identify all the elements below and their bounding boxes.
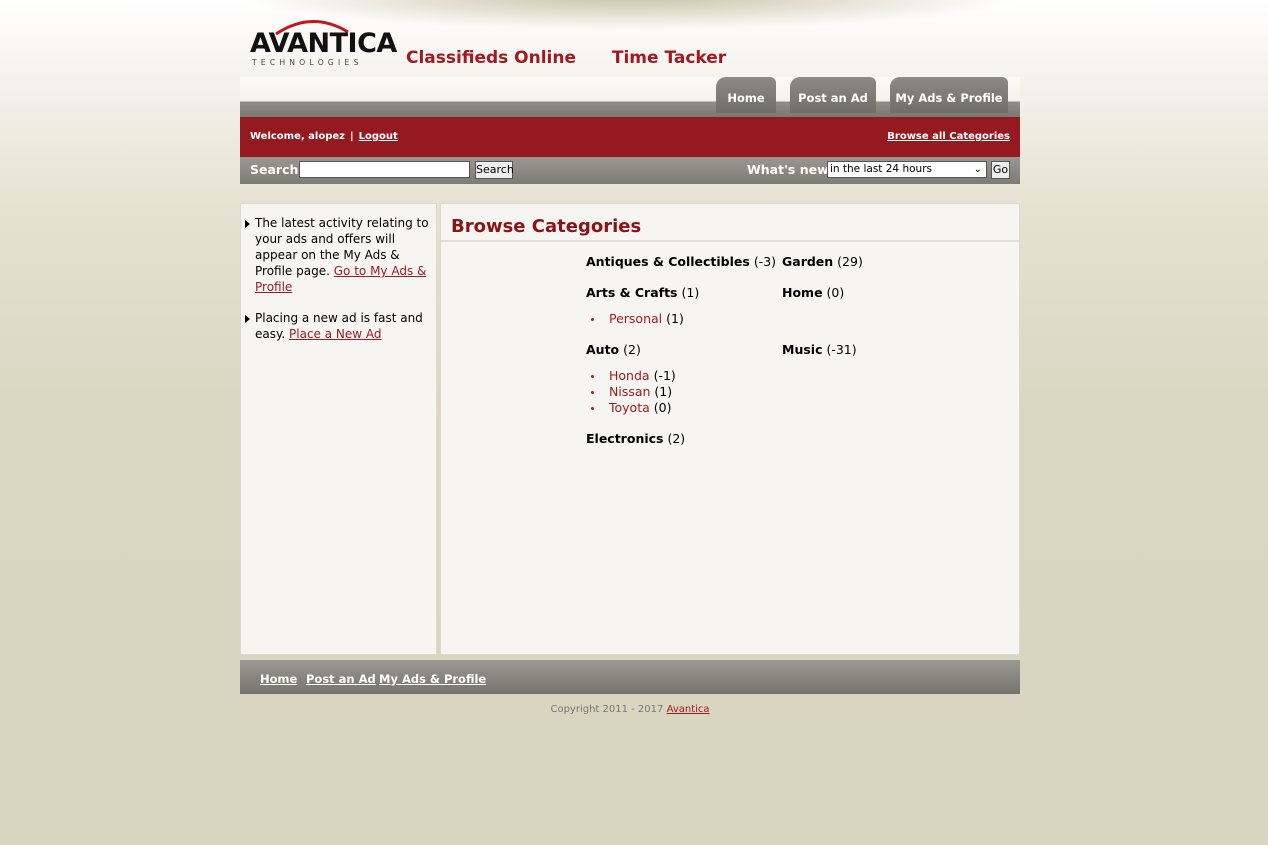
subcategory-count: (1) bbox=[666, 311, 684, 326]
subcategory-link[interactable]: Nissan bbox=[609, 384, 650, 399]
classifieds-online-link[interactable]: Classifieds Online bbox=[406, 48, 576, 68]
bullet-icon bbox=[591, 407, 594, 410]
search-label: Search: bbox=[250, 162, 304, 177]
browse-all-categories-link[interactable]: Browse all Categories bbox=[887, 131, 1010, 142]
avantica-link[interactable]: Avantica bbox=[667, 704, 710, 715]
title-divider bbox=[441, 240, 1019, 242]
tab-post-an-ad[interactable]: Post an Ad bbox=[790, 77, 876, 113]
logo-subtitle: TECHNOLOGIES bbox=[252, 58, 363, 67]
category-name: Arts & Crafts bbox=[586, 285, 678, 300]
category-name: Garden bbox=[782, 254, 834, 269]
category-name: Auto bbox=[586, 342, 620, 357]
sidebar: The latest activity relating to your ads… bbox=[240, 203, 437, 655]
category-name: Music bbox=[782, 342, 823, 357]
copyright-text: Copyright 2011 - 2017 bbox=[550, 704, 664, 715]
go-button[interactable]: Go bbox=[991, 161, 1010, 179]
tab-home[interactable]: Home bbox=[716, 77, 776, 113]
category-count: (2) bbox=[667, 431, 686, 446]
bullet-icon bbox=[591, 375, 594, 378]
category-name: Electronics bbox=[586, 431, 664, 446]
category-name: Antiques & Collectibles bbox=[586, 254, 750, 269]
user-bar: Welcome, alopez | Logout Browse all Catego… bbox=[240, 117, 1020, 157]
separator: | bbox=[349, 131, 354, 142]
arrow-right-icon bbox=[245, 220, 250, 228]
whats-new-label: What's new: bbox=[747, 162, 834, 177]
subcategory-personal: Personal (1) bbox=[591, 311, 684, 326]
tip-new-ad: Placing a new ad is fast and easy. Place… bbox=[245, 310, 431, 342]
category-count: (2) bbox=[623, 342, 641, 357]
page: AVANTICA TECHNOLOGIES Classifieds Online… bbox=[240, 0, 1020, 715]
logo-word: AVANTICA bbox=[250, 28, 397, 59]
tab-my-ads-profile[interactable]: My Ads & Profile bbox=[890, 77, 1008, 113]
bullet-icon bbox=[591, 318, 594, 321]
welcome-text: Welcome, alopez bbox=[250, 131, 345, 142]
category-auto[interactable]: Auto (2) bbox=[586, 342, 641, 357]
subcategory-honda: Honda (-1) bbox=[591, 368, 676, 383]
subcategory-link[interactable]: Honda bbox=[609, 368, 650, 383]
whats-new-select[interactable]: in the last 24 hours ⌄ bbox=[827, 161, 987, 178]
place-new-ad-link[interactable]: Place a New Ad bbox=[289, 327, 382, 341]
footer-post-ad-link[interactable]: Post an Ad bbox=[306, 672, 376, 686]
subcategory-link[interactable]: Toyota bbox=[609, 400, 650, 415]
category-count: (-3) bbox=[753, 254, 777, 269]
subcategory-nissan: Nissan (1) bbox=[591, 384, 673, 399]
category-count: (-31) bbox=[826, 342, 857, 357]
category-arts-crafts[interactable]: Arts & Crafts (1) bbox=[586, 285, 699, 300]
logout-link[interactable]: Logout bbox=[359, 131, 398, 142]
bullet-icon bbox=[591, 391, 594, 394]
category-count: (29) bbox=[837, 254, 863, 269]
subcategory-count: (0) bbox=[653, 400, 672, 415]
whats-new-value: in the last 24 hours bbox=[830, 163, 932, 175]
chevron-down-icon: ⌄ bbox=[973, 164, 982, 175]
main-tabs: Home Post an Ad My Ads & Profile bbox=[240, 77, 1020, 117]
category-name: Home bbox=[782, 285, 823, 300]
category-garden[interactable]: Garden (29) bbox=[782, 254, 863, 269]
time-tacker-link[interactable]: Time Tacker bbox=[612, 48, 726, 68]
subcategory-count: (1) bbox=[654, 384, 673, 399]
category-antiques[interactable]: Antiques & Collectibles (-3) bbox=[586, 254, 776, 269]
welcome-area: Welcome, alopez | Logout bbox=[250, 131, 398, 142]
category-home[interactable]: Home (0) bbox=[782, 285, 844, 300]
category-music[interactable]: Music (-31) bbox=[782, 342, 857, 357]
footer-nav: Home Post an Ad My Ads & Profile bbox=[240, 660, 1020, 694]
content-area: The latest activity relating to your ads… bbox=[240, 203, 1020, 655]
subcategory-link[interactable]: Personal bbox=[609, 311, 662, 326]
avantica-logo[interactable]: AVANTICA TECHNOLOGIES bbox=[248, 14, 397, 70]
page-title: Browse Categories bbox=[451, 216, 642, 237]
category-count: (0) bbox=[826, 285, 845, 300]
search-input[interactable] bbox=[299, 161, 470, 178]
category-electronics[interactable]: Electronics (2) bbox=[586, 431, 685, 446]
brand-links: Classifieds Online Time Tacker bbox=[406, 48, 758, 68]
subcategory-toyota: Toyota (0) bbox=[591, 400, 672, 415]
copyright: Copyright 2011 - 2017 Avantica bbox=[240, 704, 1020, 715]
search-bar: Search: Search What's new: in the last 2… bbox=[240, 157, 1020, 184]
header: AVANTICA TECHNOLOGIES Classifieds Online… bbox=[240, 0, 1020, 77]
footer-my-ads-link[interactable]: My Ads & Profile bbox=[379, 672, 486, 686]
subcategory-count: (-1) bbox=[653, 368, 676, 383]
browse-categories-panel: Browse Categories Antiques & Collectible… bbox=[440, 203, 1020, 655]
search-button[interactable]: Search bbox=[475, 161, 514, 179]
arrow-right-icon bbox=[245, 315, 250, 323]
footer-home-link[interactable]: Home bbox=[260, 672, 297, 686]
category-count: (1) bbox=[681, 285, 700, 300]
tip-activity: The latest activity relating to your ads… bbox=[245, 215, 431, 295]
